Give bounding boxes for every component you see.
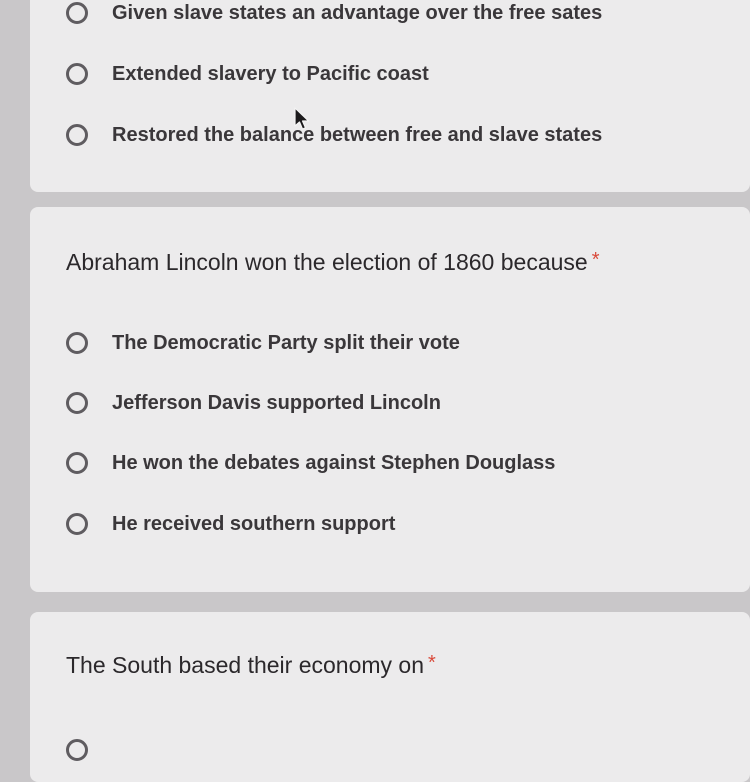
option-southern-support[interactable]: He received southern support [66,504,395,544]
radio-button[interactable] [66,392,88,414]
question-title: Abraham Lincoln won the election of 1860… [66,249,600,276]
question-card: The South based their economy on * [30,612,750,782]
question-title: The South based their economy on * [66,652,436,679]
option-label: Jefferson Davis supported Lincoln [112,391,441,414]
radio-button[interactable] [66,124,88,146]
option-label: The Democratic Party split their vote [112,331,460,354]
option-won-debates[interactable]: He won the debates against Stephen Dougl… [66,443,555,483]
required-asterisk: * [591,249,600,271]
mouse-pointer-icon [294,107,310,130]
radio-button[interactable] [66,2,88,24]
option-restored-balance[interactable]: Restored the balance between free and sl… [66,115,602,155]
option-label: He received southern support [112,512,396,535]
radio-button[interactable] [66,452,88,474]
question-text: Abraham Lincoln won the election of 1860… [66,249,588,275]
option-democratic-split[interactable]: The Democratic Party split their vote [66,323,460,363]
option-given-slave-states[interactable]: Given slave states an advantage over the… [66,0,602,33]
option-label: Extended slavery to Pacific coast [112,62,429,85]
question-card: Abraham Lincoln won the election of 1860… [30,207,750,592]
option-label: Given slave states an advantage over the… [112,1,603,24]
radio-button[interactable] [66,739,88,761]
radio-button[interactable] [66,513,88,535]
required-asterisk: * [428,652,436,674]
option-label: He won the debates against Stephen Dougl… [112,451,556,474]
option-partially-visible[interactable] [66,730,112,770]
option-extended-slavery[interactable]: Extended slavery to Pacific coast [66,54,429,94]
question-text: The South based their economy on [66,652,425,678]
option-jefferson-davis[interactable]: Jefferson Davis supported Lincoln [66,383,441,423]
option-label: Restored the balance between free and sl… [112,123,603,146]
radio-button[interactable] [66,63,88,85]
question-card: Given slave states an advantage over the… [30,0,750,192]
radio-button[interactable] [66,332,88,354]
